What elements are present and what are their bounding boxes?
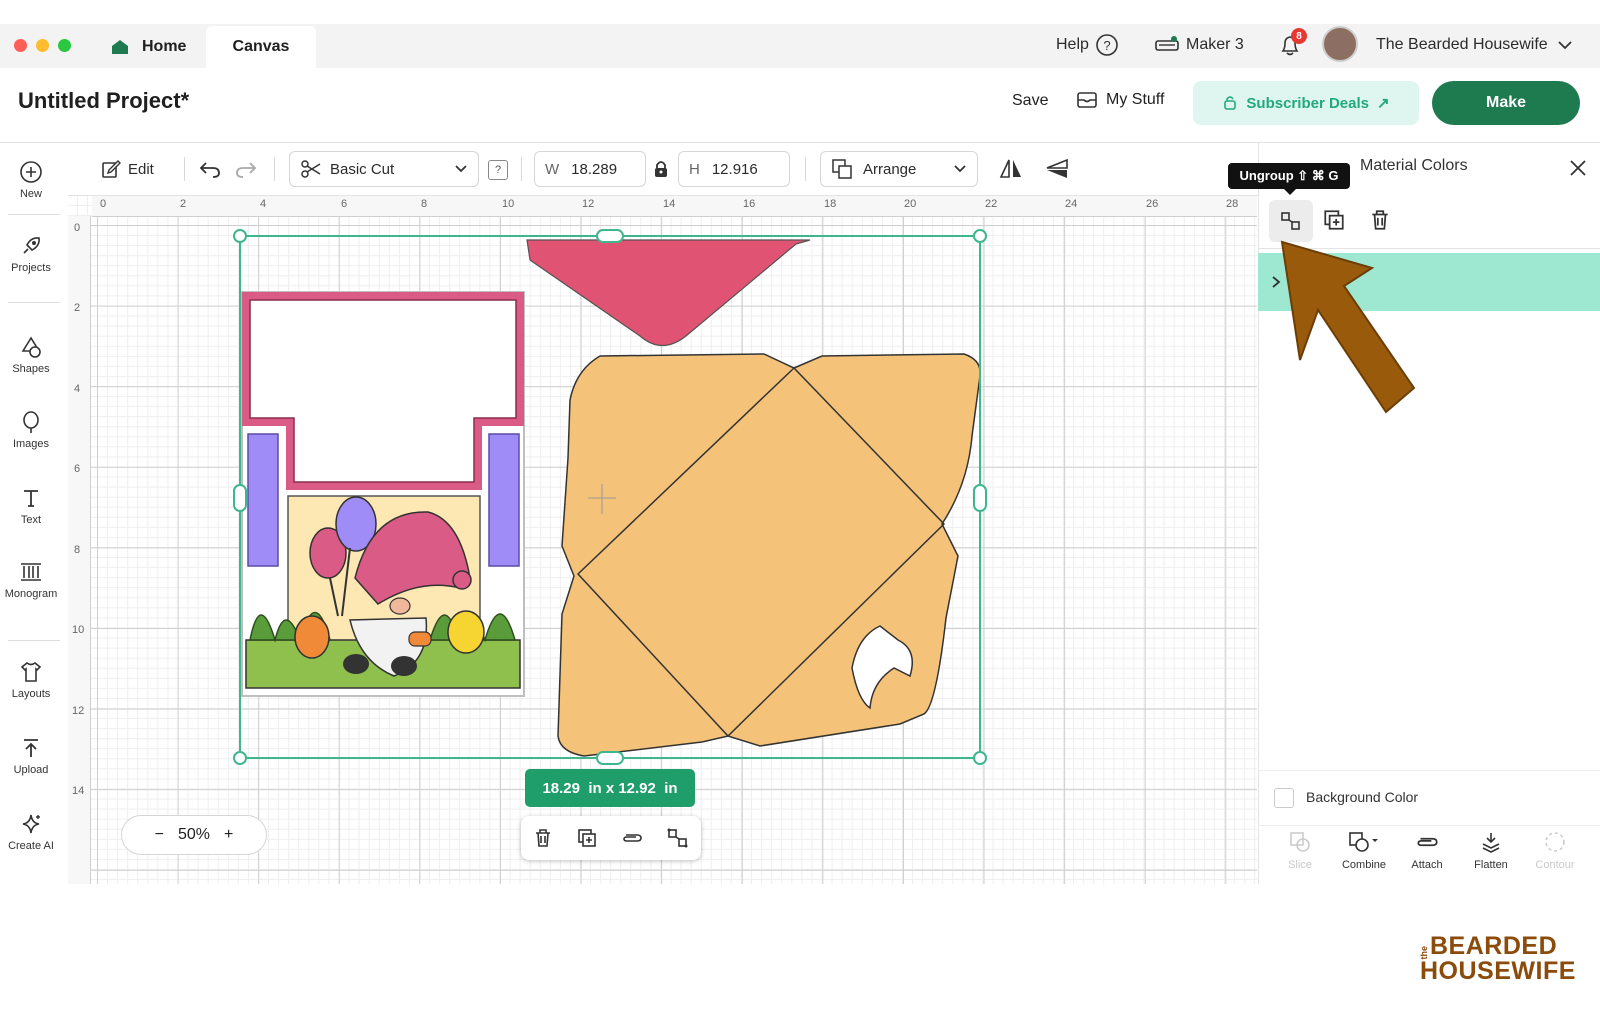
watermark-logo: the BEARDED HOUSEWIFE — [1419, 932, 1580, 990]
attach-icon[interactable] — [620, 827, 644, 849]
video-letterbox — [0, 884, 1600, 1017]
duplicate-icon — [1324, 210, 1344, 230]
attach-button[interactable]: Attach — [1405, 830, 1449, 871]
selection-quick-toolbar — [521, 816, 701, 860]
selection-size-label: 18.29 in x 12.92 in — [525, 769, 695, 807]
watermark-line1: BEARDED — [1430, 932, 1558, 960]
zoom-in-button[interactable]: + — [224, 826, 233, 844]
duplicate-button[interactable] — [1322, 208, 1346, 237]
panel-divider — [1258, 770, 1600, 771]
panel-divider — [1258, 825, 1600, 826]
ungroup-button[interactable] — [1269, 200, 1313, 242]
contour-label: Contour — [1535, 859, 1575, 871]
flatten-label: Flatten — [1474, 859, 1508, 871]
attach-icon — [1417, 837, 1438, 847]
background-color-label: Background Color — [1306, 789, 1419, 805]
ungroup-tooltip: Ungroup ⇧ ⌘ G — [1228, 163, 1350, 195]
close-panel-button[interactable] — [1568, 158, 1588, 183]
annotation-arrow-icon — [1280, 240, 1416, 414]
combine-button[interactable]: Combine — [1336, 830, 1392, 871]
combine-label: Combine — [1341, 859, 1387, 871]
combine-icon — [1349, 832, 1378, 852]
trash-icon[interactable] — [532, 827, 554, 849]
zoom-out-button[interactable]: − — [155, 826, 164, 844]
slice-label: Slice — [1288, 859, 1312, 871]
gnome-card[interactable] — [241, 291, 525, 697]
flatten-icon — [1482, 833, 1500, 853]
slice-button[interactable]: Slice — [1280, 830, 1320, 871]
slice-icon — [1290, 832, 1310, 852]
envelope-flap[interactable] — [526, 239, 811, 347]
trash-icon — [1372, 210, 1388, 230]
background-color-checkbox[interactable] — [1274, 788, 1294, 808]
material-colors-tab[interactable]: Material Colors — [1360, 157, 1468, 175]
zoom-control: − 50% + — [121, 815, 267, 855]
envelope-body[interactable] — [557, 353, 981, 757]
watermark-line2: HOUSEWIFE — [1420, 957, 1576, 985]
zoom-level: 50% — [177, 826, 211, 843]
ungroup-icon — [1281, 212, 1300, 230]
attach-label: Attach — [1411, 859, 1443, 871]
ungroup-icon[interactable] — [666, 827, 690, 849]
delete-button[interactable] — [1368, 208, 1392, 237]
close-icon — [1570, 160, 1586, 176]
watermark-small: the — [1419, 945, 1429, 960]
duplicate-icon[interactable] — [576, 827, 598, 849]
contour-icon — [1545, 832, 1565, 852]
contour-button[interactable]: Contour — [1530, 830, 1580, 871]
flatten-button[interactable]: Flatten — [1468, 830, 1514, 871]
